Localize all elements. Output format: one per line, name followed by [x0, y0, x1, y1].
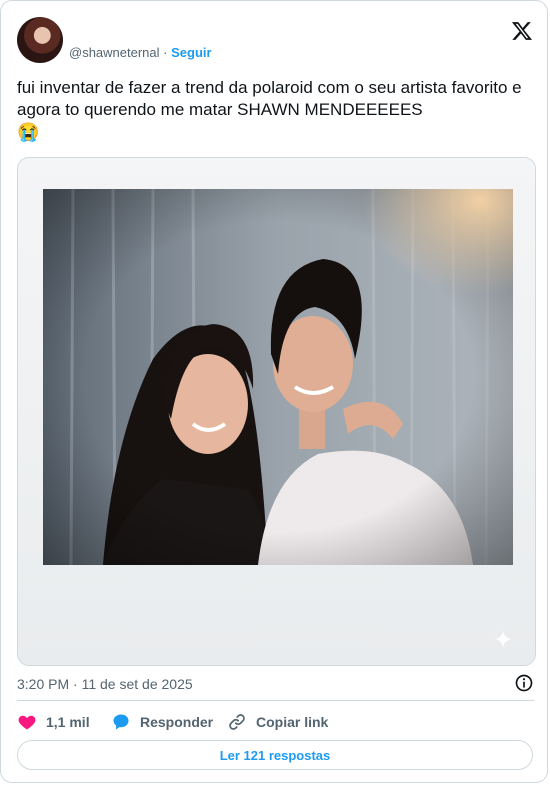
x-logo-icon[interactable] — [511, 20, 533, 42]
author-line: @shawneternal · Seguir — [69, 45, 212, 61]
speech-bubble-icon — [113, 714, 129, 730]
separator: · — [163, 45, 168, 60]
like-count: 1,1 mil — [46, 714, 90, 730]
like-button[interactable]: 1,1 mil — [17, 710, 90, 734]
tweet-card: @shawneternal · Seguir fui inventar de f… — [0, 0, 548, 783]
copy-link-label: Copiar link — [256, 714, 329, 730]
tweet-text: fui inventar de fazer a trend da polaroi… — [17, 77, 537, 144]
tweet-body: fui inventar de fazer a trend da polaroi… — [17, 78, 522, 119]
avatar[interactable] — [17, 17, 63, 63]
info-icon[interactable] — [514, 673, 534, 693]
reply-button[interactable]: Responder — [111, 710, 213, 734]
link-icon — [229, 714, 245, 730]
crying-face-emoji: 😭 — [17, 122, 40, 142]
tweet-media[interactable]: ✦ — [17, 157, 536, 666]
author-handle[interactable]: @shawneternal — [69, 45, 160, 60]
copy-link-button[interactable]: Copiar link — [227, 710, 328, 734]
follow-button[interactable]: Seguir — [171, 45, 211, 60]
polaroid-photo — [43, 189, 513, 565]
tweet-timestamp[interactable]: 3:20 PM · 11 de set de 2025 — [17, 676, 193, 692]
sparkle-icon: ✦ — [493, 627, 514, 654]
read-replies-label: Ler 121 respostas — [219, 747, 331, 763]
read-replies-button[interactable]: Ler 121 respostas — [17, 740, 533, 770]
divider — [17, 700, 534, 701]
reply-label: Responder — [140, 714, 214, 730]
heart-icon — [18, 715, 36, 730]
